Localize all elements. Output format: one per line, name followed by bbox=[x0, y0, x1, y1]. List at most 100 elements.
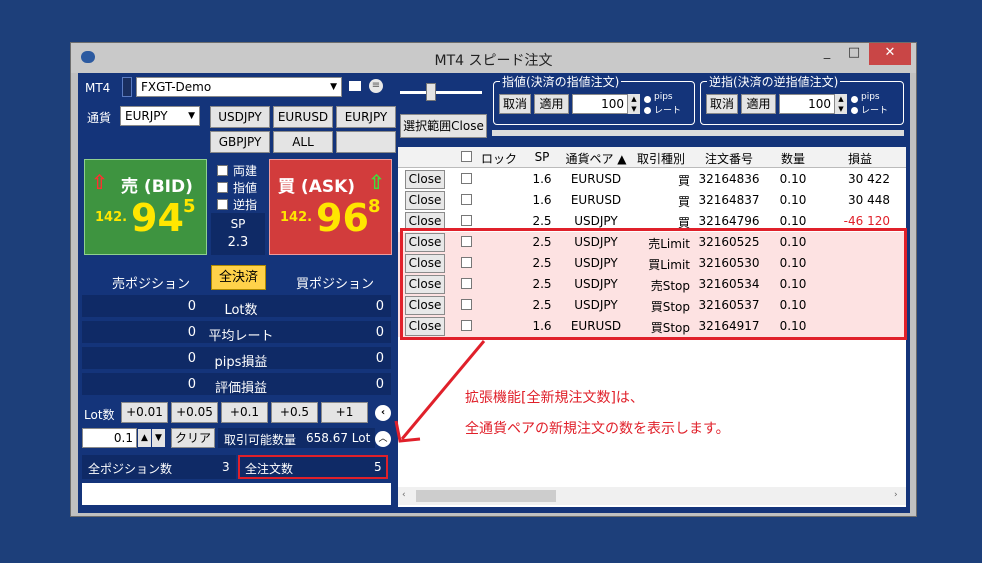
stop-cancel-button[interactable]: 取消 bbox=[706, 94, 738, 114]
limit-value-input[interactable]: 100 bbox=[572, 94, 628, 114]
row-close-button[interactable]: Close bbox=[405, 170, 445, 189]
lot-input[interactable]: 0.1 bbox=[82, 428, 137, 448]
all-orders-label: 全注文数 bbox=[245, 462, 294, 476]
ask-label: 買 (ASK) bbox=[278, 177, 356, 197]
select-all-checkbox[interactable] bbox=[461, 151, 472, 162]
sell-pl-value: 0 bbox=[187, 377, 196, 392]
row-qty: 0.10 bbox=[779, 172, 807, 186]
lot-plus-1-button[interactable]: +1 bbox=[321, 402, 368, 423]
close-window-button[interactable]: ✕ bbox=[869, 43, 911, 65]
bid-big-digits: 94 bbox=[131, 196, 184, 240]
stop-spin-icon[interactable]: ▲ ▼ bbox=[835, 94, 847, 114]
row-order-no: 32164837 bbox=[698, 193, 760, 207]
row-checkbox[interactable] bbox=[461, 173, 472, 184]
buy-ask-button[interactable]: 買 (ASK) ⇧ 142. 96 8 bbox=[269, 159, 392, 255]
status-bar bbox=[82, 483, 391, 505]
header-order-no[interactable]: 注文番号 bbox=[694, 150, 764, 167]
header-lock[interactable]: ロック bbox=[481, 150, 517, 167]
pl-row-label: 評価損益 bbox=[214, 381, 267, 396]
stop-label: 逆指 bbox=[233, 198, 258, 212]
stop-rate-label: レート bbox=[861, 106, 889, 116]
account-value: FXGT-Demo bbox=[141, 80, 212, 94]
lot-plus-01-button[interactable]: +0.1 bbox=[221, 402, 268, 423]
scroll-left-icon[interactable]: ‹ bbox=[402, 490, 406, 500]
stop-group-title: 逆指(決済の逆指値注文) bbox=[707, 73, 841, 90]
minimize-button[interactable]: _ bbox=[816, 43, 838, 65]
pair-button-all[interactable]: ALL bbox=[273, 131, 333, 153]
limit-pips-label: pips bbox=[654, 92, 673, 102]
table-row[interactable]: Close 1.6 EURUSD 買 32164836 0.10 30 422 bbox=[398, 169, 906, 190]
currency-label: 通貨 bbox=[87, 111, 112, 125]
header-pl[interactable]: 損益 bbox=[824, 150, 896, 167]
chevron-down-icon: ▼ bbox=[188, 111, 195, 121]
row-order-no: 32164836 bbox=[698, 172, 760, 186]
sell-pips-value: 0 bbox=[187, 351, 196, 366]
select-range-close-button[interactable]: 選択範囲Close bbox=[400, 114, 487, 138]
maximize-button[interactable]: □ bbox=[843, 43, 865, 65]
row-pair: USDJPY bbox=[574, 214, 618, 228]
limit-rate-radio[interactable] bbox=[644, 107, 651, 114]
table-row[interactable]: Close 1.6 EURUSD 買 32164837 0.10 30 448 bbox=[398, 190, 906, 211]
limit-apply-button[interactable]: 適用 bbox=[534, 94, 569, 114]
stop-rate-radio[interactable] bbox=[851, 107, 858, 114]
opacity-slider-track[interactable] bbox=[400, 91, 482, 94]
header-qty[interactable]: 数量 bbox=[768, 150, 818, 167]
spread-label: SP bbox=[230, 217, 246, 231]
scroll-right-icon[interactable]: › bbox=[894, 490, 898, 500]
opacity-slider-thumb[interactable] bbox=[426, 83, 436, 101]
sell-avg-value: 0 bbox=[187, 325, 196, 340]
currency-select[interactable]: EURJPY ▼ bbox=[120, 106, 200, 126]
row-pl: 30 422 bbox=[848, 172, 890, 186]
row-pair: EURUSD bbox=[570, 193, 622, 207]
stop-checkbox[interactable] bbox=[217, 199, 228, 210]
limit-pips-radio[interactable] bbox=[644, 96, 651, 103]
pair-button-gbpjpy[interactable]: GBPJPY bbox=[210, 131, 270, 153]
account-select[interactable]: FXGT-Demo ▼ bbox=[136, 77, 342, 97]
ask-prefix: 142. bbox=[280, 210, 313, 225]
lot-plus-05-button[interactable]: +0.5 bbox=[271, 402, 318, 423]
header-sp[interactable]: SP bbox=[522, 150, 562, 164]
close-all-button[interactable]: 全決済 bbox=[211, 265, 266, 290]
limit-cancel-button[interactable]: 取消 bbox=[499, 94, 531, 114]
limit-group: 指値(決済の指値注文) 取消 適用 100 ▲ ▼ pips レート bbox=[493, 73, 695, 125]
arrow-up-icon: ⇧ bbox=[91, 170, 108, 194]
pair-button-eurjpy[interactable]: EURJPY bbox=[336, 106, 396, 128]
mt4-speed-order-window: MT4 スピード注文 _ □ ✕ MT4 FXGT-Demo ▼ ≡ 通貨 EU… bbox=[70, 42, 917, 517]
stop-value-input[interactable]: 100 bbox=[779, 94, 835, 114]
title-bar: MT4 スピード注文 _ □ ✕ bbox=[71, 43, 916, 73]
limit-spin-icon[interactable]: ▲ ▼ bbox=[628, 94, 640, 114]
all-positions-box: 全ポジション数 3 bbox=[82, 455, 236, 479]
lot-plus-005-button[interactable]: +0.05 bbox=[171, 402, 218, 423]
row-close-button[interactable]: Close bbox=[405, 191, 445, 210]
sell-bid-button[interactable]: ⇧ 売 (BID) 142. 94 5 bbox=[84, 159, 207, 255]
row-checkbox[interactable] bbox=[461, 215, 472, 226]
pair-button-eurusd[interactable]: EURUSD bbox=[273, 106, 333, 128]
stop-apply-button[interactable]: 適用 bbox=[741, 94, 776, 114]
window-icon[interactable] bbox=[349, 81, 361, 91]
lot-spin-down-icon[interactable]: ▼ bbox=[152, 429, 165, 447]
buy-lot-value: 0 bbox=[375, 299, 384, 314]
row-qty: 0.10 bbox=[779, 193, 807, 207]
row-sp: 1.6 bbox=[532, 193, 552, 207]
spread-box: SP 2.3 bbox=[211, 213, 265, 255]
lot-spin-up-icon[interactable]: ▲ bbox=[138, 429, 151, 447]
scroll-thumb[interactable] bbox=[416, 490, 556, 502]
row-checkbox[interactable] bbox=[461, 194, 472, 205]
horizontal-scrollbar[interactable]: ‹ › bbox=[398, 487, 906, 505]
row-qty: 0.10 bbox=[779, 214, 807, 228]
annotation-line-2: 全通貨ペアの新規注文の数を表示します。 bbox=[465, 421, 730, 437]
client-area: MT4 FXGT-Demo ▼ ≡ 通貨 EURJPY ▼ USDJPY EUR… bbox=[78, 73, 910, 513]
stop-pips-radio[interactable] bbox=[851, 96, 858, 103]
menu-icon[interactable]: ≡ bbox=[369, 79, 383, 93]
lot-plus-001-button[interactable]: +0.01 bbox=[121, 402, 168, 423]
pair-button-empty[interactable] bbox=[336, 131, 396, 153]
header-pair[interactable]: 通貨ペア ▲ bbox=[562, 150, 630, 167]
top-scrollbar[interactable] bbox=[492, 130, 904, 136]
pair-button-usdjpy[interactable]: USDJPY bbox=[210, 106, 270, 128]
row-type: 買 bbox=[677, 195, 690, 209]
header-type[interactable]: 取引種別 bbox=[632, 150, 690, 167]
lot-clear-button[interactable]: クリア bbox=[171, 428, 215, 448]
limit-checkbox[interactable] bbox=[217, 182, 228, 193]
all-orders-value: 5 bbox=[374, 460, 382, 474]
hedge-checkbox[interactable] bbox=[217, 165, 228, 176]
